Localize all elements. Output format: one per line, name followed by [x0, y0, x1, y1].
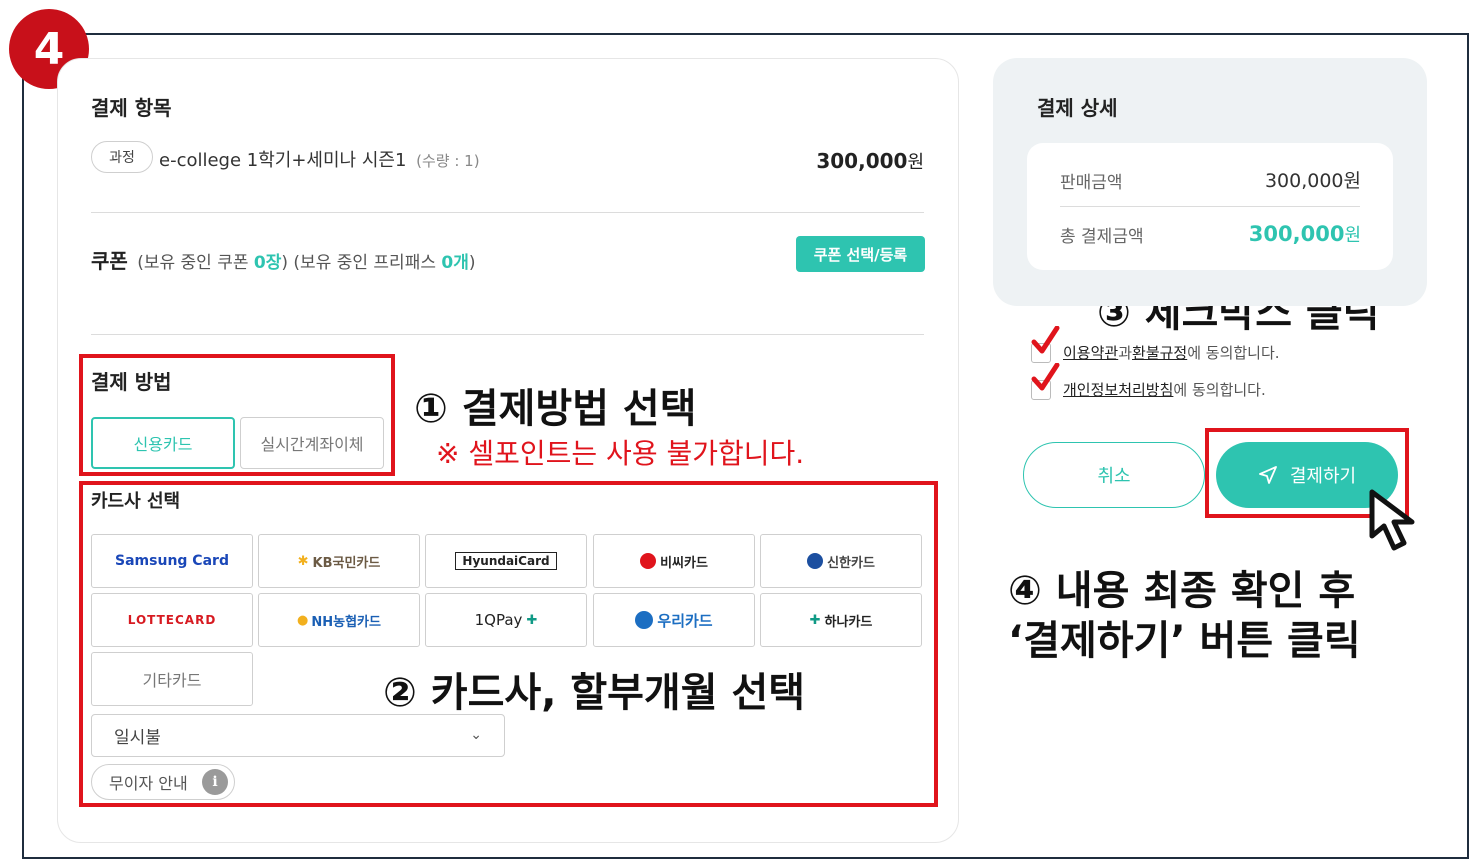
course-price-amount: 300,000: [816, 149, 908, 173]
privacy-agree-row[interactable]: 개인정보처리방침 에 동의합니다.: [1031, 379, 1266, 400]
payment-items-title: 결제 항목: [91, 96, 172, 120]
highlight-box-card-select: [79, 481, 938, 807]
course-price: 300,000원: [816, 148, 924, 174]
terms-link[interactable]: 이용약관: [1063, 342, 1118, 363]
coupon-held-count: 0장: [253, 253, 282, 273]
red-check-icon: [1031, 363, 1060, 391]
payment-detail-title: 결제 상세: [1037, 96, 1118, 120]
course-tag: 과정: [91, 141, 153, 173]
coupon-held-suffix: ): [281, 253, 289, 273]
coupon-select-button[interactable]: 쿠폰 선택/등록: [796, 236, 925, 272]
red-check-icon: [1031, 326, 1060, 354]
sale-amount-value: 300,000원: [1264, 170, 1361, 192]
pass-held-count: 0개: [441, 253, 469, 273]
mouse-cursor-icon: [1369, 489, 1415, 551]
course-price-unit: 원: [907, 152, 924, 173]
pass-held-suffix: ): [468, 253, 476, 273]
divider: [91, 212, 924, 213]
total-amount-number: 300,000: [1248, 222, 1345, 246]
cancel-button[interactable]: 취소: [1023, 442, 1205, 508]
annotation-step2: ② 카드사, 할부개월 선택: [383, 670, 806, 716]
highlight-box-payment-method: [79, 354, 395, 476]
total-amount-value: 300,000원: [1249, 221, 1361, 247]
course-name: e-college 1학기+세미나 시즌1 (수량 : 1): [159, 146, 480, 172]
annotation-step1-note: ※ 셀포인트는 사용 불가합니다.: [436, 437, 805, 470]
terms-agree-row[interactable]: 이용약관 과 환불규정 에 동의합니다.: [1031, 342, 1280, 363]
sale-amount-label: 판매금액: [1060, 173, 1123, 193]
coupon-info: 쿠폰 (보유 중인 쿠폰 0장) (보유 중인 프리패스 0개): [91, 245, 476, 274]
send-icon: [1258, 466, 1277, 484]
divider: [91, 334, 924, 335]
course-quantity: (수량 : 1): [416, 152, 480, 170]
total-amount-label: 총 결제금액: [1060, 227, 1144, 247]
pay-button-label: 결제하기: [1289, 466, 1357, 487]
annotation-step1: ① 결제방법 선택: [414, 386, 697, 432]
terms-mid-text: 과: [1118, 344, 1133, 362]
annotation-step4-line2: ‘결제하기’ 버튼 클릭: [1008, 618, 1361, 664]
total-amount-unit: 원: [1344, 225, 1361, 246]
coupon-title: 쿠폰: [91, 249, 128, 273]
course-title-text: e-college 1학기+세미나 시즌1: [159, 150, 407, 171]
privacy-suffix-text: 에 동의합니다.: [1173, 381, 1266, 399]
pass-held-prefix: (보유 중인 프리패스: [293, 253, 442, 273]
terms-suffix-text: 에 동의합니다.: [1187, 344, 1280, 362]
divider: [1060, 206, 1360, 207]
coupon-held-prefix: (보유 중인 쿠폰: [137, 253, 254, 273]
refund-policy-link[interactable]: 환불규정: [1132, 342, 1187, 363]
privacy-policy-link[interactable]: 개인정보처리방침: [1063, 379, 1173, 400]
